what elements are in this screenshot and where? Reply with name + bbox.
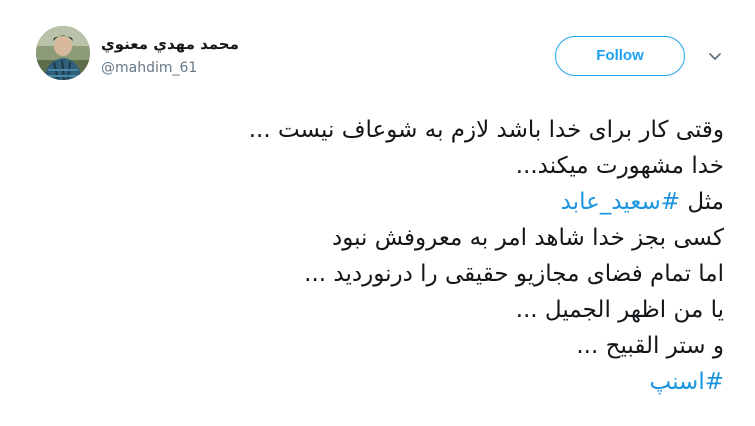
author-display-name[interactable]: محمد مهدي معنوي bbox=[101, 35, 239, 53]
hashtag-link[interactable]: #اسنپ bbox=[650, 369, 724, 395]
tweet-line: اما تمام فضای مجازیو حقیقی را درنوردید .… bbox=[304, 261, 724, 287]
tweet-line: و ستر القبیح ... bbox=[576, 333, 724, 359]
author-handle[interactable]: @mahdim_61 bbox=[101, 60, 197, 76]
tweet-line: یا من اظهر الجمیل ... bbox=[515, 297, 724, 323]
tweet-text: وقتی کار برای خدا باشد لازم به شوعاف نیس… bbox=[40, 112, 724, 400]
tweet-line: کسی بجز خدا شاهد امر به معروفش نبود bbox=[331, 225, 724, 251]
tweet-line-prefix: مثل bbox=[687, 189, 724, 215]
tweet-line: وقتی کار برای خدا باشد لازم به شوعاف نیس… bbox=[248, 117, 724, 143]
avatar-image bbox=[36, 26, 90, 80]
tweet-line: #اسنپ bbox=[40, 364, 724, 400]
tweet-line: مثل #سعید_عابد bbox=[40, 184, 724, 220]
avatar[interactable] bbox=[36, 26, 90, 80]
tweet-header: محمد مهدي معنوي @mahdim_61 Follow bbox=[0, 0, 755, 100]
tweet-line: خدا مشهورت میکند... bbox=[515, 153, 724, 179]
chevron-down-icon[interactable] bbox=[705, 46, 725, 66]
hashtag-link[interactable]: #سعید_عابد bbox=[561, 189, 680, 215]
follow-button[interactable]: Follow bbox=[555, 36, 685, 76]
